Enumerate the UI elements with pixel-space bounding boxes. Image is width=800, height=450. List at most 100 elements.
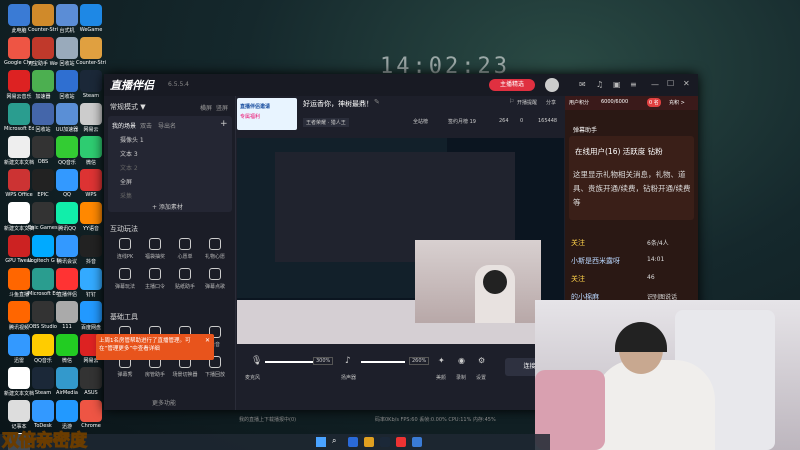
- tool-interact-item[interactable]: 弹幕玩法: [112, 268, 138, 290]
- desktop-icon[interactable]: [32, 400, 54, 422]
- desktop-icon[interactable]: [32, 334, 54, 356]
- desktop-icon[interactable]: [8, 4, 30, 26]
- desktop-icon[interactable]: [32, 136, 54, 158]
- source-item[interactable]: 全屏: [120, 177, 132, 186]
- tab-landscape[interactable]: 横屏: [200, 103, 212, 112]
- desktop-icon[interactable]: [80, 169, 102, 191]
- desktop-icon[interactable]: [8, 268, 30, 290]
- chat-name[interactable]: 关注: [571, 274, 585, 284]
- bell-icon[interactable]: ⚐: [509, 98, 514, 105]
- desktop-icon[interactable]: [32, 235, 54, 257]
- taskbar-app-icon[interactable]: [348, 437, 358, 447]
- desktop-icon[interactable]: [8, 235, 30, 257]
- gift-icon[interactable]: ▣: [613, 81, 621, 89]
- mic-icon[interactable]: 🎙: [251, 356, 262, 366]
- desktop-icon[interactable]: [32, 169, 54, 191]
- desktop-icon[interactable]: [8, 136, 30, 158]
- tab-portrait[interactable]: 竖屏: [216, 103, 228, 112]
- speaker-icon[interactable]: ♪: [345, 356, 351, 366]
- desktop-icon[interactable]: [8, 334, 30, 356]
- tool-interact-item[interactable]: 主播口令: [142, 268, 168, 290]
- close-icon[interactable]: ✕: [205, 337, 210, 344]
- tool-interact-item[interactable]: 礼物心愿: [202, 238, 228, 260]
- search-icon[interactable]: ⌕: [332, 436, 336, 446]
- source-item[interactable]: 采集: [120, 191, 132, 200]
- online-tabs[interactable]: 在线用户(16) 活跃度 钻粉: [575, 146, 663, 157]
- add-scene-icon[interactable]: +: [220, 119, 228, 129]
- desktop-icon[interactable]: [56, 235, 78, 257]
- rank-badge[interactable]: 0 名: [647, 98, 661, 107]
- chat-name[interactable]: 关注: [571, 238, 585, 248]
- desktop-icon[interactable]: [32, 202, 54, 224]
- desktop-icon[interactable]: [80, 136, 102, 158]
- edit-icon[interactable]: ✎: [374, 98, 380, 106]
- desktop-icon[interactable]: [32, 4, 54, 26]
- share-button[interactable]: 分享: [546, 99, 556, 106]
- desktop-icon[interactable]: [56, 367, 78, 389]
- desktop-icon[interactable]: [56, 70, 78, 92]
- desktop-icon[interactable]: [80, 268, 102, 290]
- desktop-icon[interactable]: [80, 400, 102, 422]
- stat-rank[interactable]: 全站榜: [413, 118, 428, 125]
- headset-icon[interactable]: ♫: [596, 81, 603, 89]
- source-item[interactable]: 摄像头 1: [120, 135, 144, 144]
- desktop-icon[interactable]: [56, 37, 78, 59]
- live-select-button[interactable]: 主播精选: [489, 79, 535, 91]
- desktop-icon[interactable]: [56, 202, 78, 224]
- tool-interact-item[interactable]: 弹幕点歌: [202, 268, 228, 290]
- desktop-icon[interactable]: [80, 202, 102, 224]
- tool-interact-item[interactable]: 连线PK: [112, 238, 138, 260]
- desktop-icon[interactable]: [80, 235, 102, 257]
- points-button[interactable]: 充积 >: [669, 99, 685, 106]
- source-item[interactable]: 文本 2: [120, 163, 138, 172]
- taskbar-app-icon[interactable]: [380, 437, 390, 447]
- desktop-icon[interactable]: [8, 70, 30, 92]
- desktop-icon[interactable]: [32, 70, 54, 92]
- desktop-icon[interactable]: [8, 103, 30, 125]
- desktop-icon[interactable]: [8, 202, 30, 224]
- desktop-icon[interactable]: [8, 301, 30, 323]
- desktop-icon[interactable]: [56, 268, 78, 290]
- desktop-icon[interactable]: [56, 400, 78, 422]
- desktop-icon[interactable]: [56, 136, 78, 158]
- room-banner[interactable]: 直播伴侣邀请 专属福利: [237, 98, 297, 130]
- desktop-icon[interactable]: [32, 301, 54, 323]
- taskbar-app-icon[interactable]: [364, 437, 374, 447]
- tab-my-scene[interactable]: 我的场景: [112, 121, 136, 130]
- tool-interact-item[interactable]: 心愿单: [172, 238, 198, 260]
- taskbar-app-icon[interactable]: [396, 437, 406, 447]
- desktop-icon[interactable]: [80, 103, 102, 125]
- desktop-icon[interactable]: [8, 400, 30, 422]
- desktop-icon[interactable]: [56, 4, 78, 26]
- avatar[interactable]: [545, 78, 559, 92]
- mic-volume-slider[interactable]: [265, 361, 313, 363]
- start-icon[interactable]: [316, 437, 326, 447]
- desktop-icon[interactable]: [56, 103, 78, 125]
- record-icon[interactable]: ◉: [458, 356, 465, 365]
- desktop-icon[interactable]: [80, 70, 102, 92]
- more-functions-button[interactable]: 更多功能: [152, 398, 176, 407]
- desktop-icon[interactable]: [8, 37, 30, 59]
- tool-interact-item[interactable]: 福袋抽奖: [142, 238, 168, 260]
- desktop-icon[interactable]: [56, 301, 78, 323]
- menu-icon[interactable]: ≡: [630, 81, 637, 89]
- room-category[interactable]: 王者荣耀 · 猎人王: [303, 118, 349, 127]
- desktop-icon[interactable]: [32, 103, 54, 125]
- desktop-icon[interactable]: [56, 169, 78, 191]
- desktop-icon[interactable]: [8, 367, 30, 389]
- desktop-icon[interactable]: [32, 268, 54, 290]
- minimize-icon[interactable]: —: [651, 81, 659, 89]
- desktop-icon[interactable]: [80, 37, 102, 59]
- speaker-volume-slider[interactable]: [361, 361, 405, 363]
- desktop-icon[interactable]: [80, 4, 102, 26]
- manager-tip[interactable]: 上周1名房管帮助进行了直播管理。可在“管理更多”中查看详细 ✕: [96, 334, 214, 360]
- mode-select[interactable]: 常规模式 ▼: [110, 102, 146, 112]
- desktop-icon[interactable]: [32, 37, 54, 59]
- desktop-icon[interactable]: [32, 367, 54, 389]
- source-item[interactable]: 文本 3: [120, 149, 138, 158]
- open-reminder-button[interactable]: 开播提醒: [517, 99, 537, 106]
- taskbar-app-icon[interactable]: [412, 437, 422, 447]
- gear-icon[interactable]: ⚙: [478, 356, 485, 365]
- tab-export[interactable]: 导出名: [158, 121, 176, 130]
- add-source-button[interactable]: + 添加素材: [152, 202, 183, 211]
